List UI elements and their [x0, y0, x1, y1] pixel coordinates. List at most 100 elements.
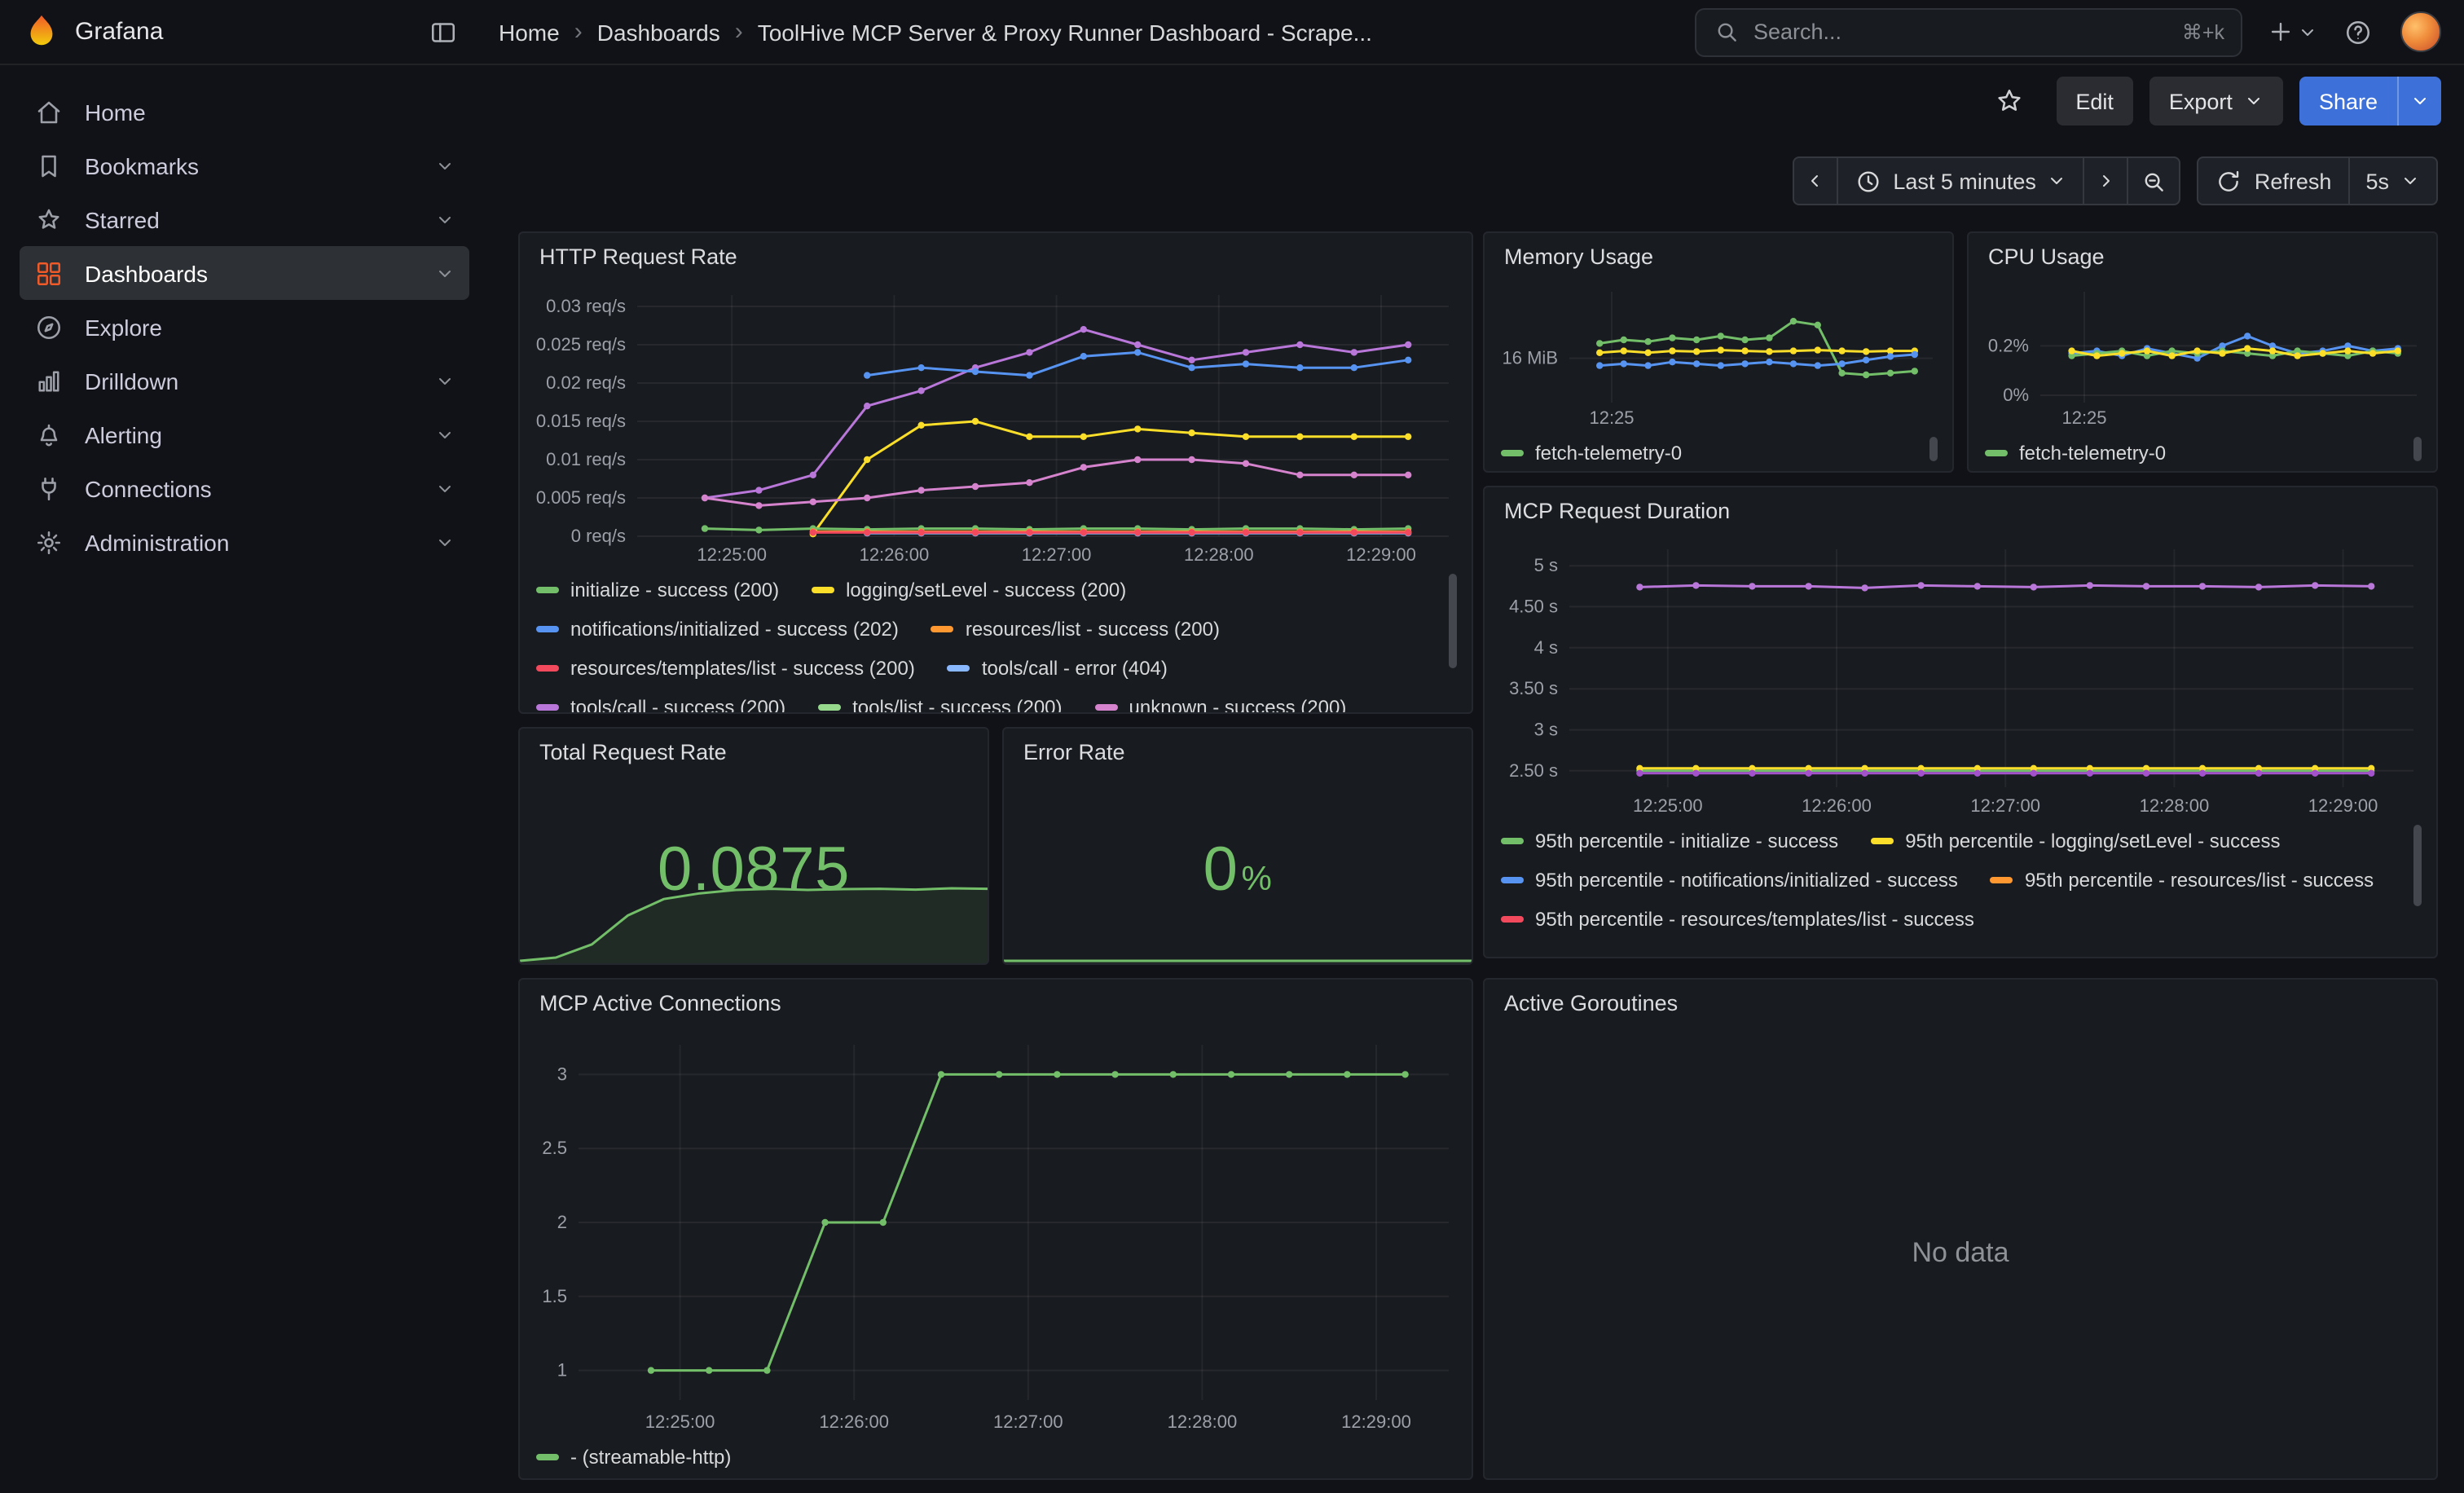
breadcrumb-dashboards[interactable]: Dashboards — [597, 19, 720, 45]
legend-item[interactable]: resources/templates/list - success (200) — [536, 650, 915, 685]
legend-item[interactable]: 95th percentile - resources/list - succe… — [1991, 862, 2374, 896]
nav-left: Grafana — [0, 9, 489, 55]
chevron-down-icon — [2410, 91, 2430, 111]
legend-scrollbar[interactable] — [2413, 825, 2422, 906]
mcp-request-duration-chart[interactable]: 12:25:0012:26:0012:27:0012:28:0012:29:00… — [1485, 536, 2436, 820]
zoom-out-icon — [2141, 167, 2168, 195]
svg-text:12:25: 12:25 — [1589, 407, 1634, 428]
export-button[interactable]: Export — [2149, 77, 2283, 126]
legend-item[interactable]: 95th percentile - resources/templates/li… — [1501, 901, 1974, 936]
chevron-down-icon[interactable] — [435, 156, 455, 175]
legend: 95th percentile - initialize - success 95… — [1498, 820, 2427, 957]
panel-title[interactable]: CPU Usage — [1969, 233, 2436, 279]
panel-title[interactable]: MCP Active Connections — [520, 980, 1472, 1028]
time-back-button[interactable] — [1792, 156, 1837, 205]
panel-cpu-usage: CPU Usage 12:250.2%0% fetch-telemetry-0 — [1967, 231, 2438, 473]
panel-title[interactable]: Memory Usage — [1485, 233, 1952, 279]
legend-label: fetch-telemetry-0 — [2019, 441, 2166, 464]
help-button[interactable] — [2335, 9, 2381, 55]
sidebar-item-bookmarks[interactable]: Bookmarks — [20, 139, 469, 192]
share-button[interactable]: Share — [2299, 77, 2397, 126]
share-menu-button[interactable] — [2397, 77, 2441, 126]
svg-text:3 s: 3 s — [1534, 720, 1558, 740]
sidebar-item-dashboards[interactable]: Dashboards — [20, 246, 469, 300]
svg-text:12:26:00: 12:26:00 — [860, 544, 930, 565]
sidebar-item-drilldown[interactable]: Drilldown — [20, 354, 469, 407]
svg-text:0.01 req/s: 0.01 req/s — [546, 449, 626, 469]
search-input[interactable] — [1753, 20, 2169, 44]
mcp-active-connections-chart[interactable]: 12:25:0012:26:0012:27:0012:28:0012:29:00… — [520, 1028, 1472, 1436]
chevron-right-icon — [2097, 171, 2116, 191]
legend-scrollbar[interactable] — [2413, 437, 2422, 461]
legend: - (streamable-http) — [533, 1436, 1462, 1478]
legend-item[interactable]: fetch-telemetry-0 — [1501, 435, 1682, 469]
chevron-down-icon[interactable] — [435, 425, 455, 444]
dashboard-toolbar: Edit Export Share — [489, 65, 2464, 137]
legend-label: - (streamable-http) — [570, 1445, 731, 1468]
legend-item[interactable]: 95th percentile - logging/setLevel - suc… — [1871, 823, 2280, 857]
series-color-marker — [1501, 915, 1524, 922]
share-split-button: Share — [2299, 77, 2441, 126]
new-menu-button[interactable] — [2259, 9, 2325, 55]
refresh-interval-picker[interactable]: 5s — [2347, 156, 2438, 205]
cpu-usage-chart[interactable]: 12:250.2%0% — [1969, 279, 2436, 432]
legend-item[interactable]: 95th percentile - notifications/initiali… — [1501, 862, 1958, 896]
sidebar-nav: Home Bookmarks Starred — [0, 65, 489, 1493]
zoom-out-button[interactable] — [2127, 156, 2181, 205]
legend-item[interactable]: logging/setLevel - success (200) — [812, 572, 1126, 606]
user-avatar[interactable] — [2400, 11, 2441, 52]
panel-http-request-rate: HTTP Request Rate 12:25:0012:26:0012:27:… — [518, 231, 1473, 714]
sidebar-toggle-button[interactable] — [420, 9, 466, 55]
legend-item[interactable]: initialize - success (200) — [536, 572, 779, 606]
panel-title[interactable]: Total Request Rate — [520, 729, 988, 777]
svg-text:0.005 req/s: 0.005 req/s — [536, 487, 626, 508]
legend: fetch-telemetry-0 — [1982, 432, 2427, 471]
panel-title[interactable]: MCP Request Duration — [1485, 487, 2436, 536]
sidebar-item-alerting[interactable]: Alerting — [20, 407, 469, 461]
svg-text:12:27:00: 12:27:00 — [1970, 795, 2040, 816]
stat-value: 0.0875 — [520, 777, 988, 963]
panel-mcp-request-duration: MCP Request Duration 12:25:0012:26:0012:… — [1483, 486, 2438, 958]
legend-scrollbar[interactable] — [1449, 574, 1457, 668]
legend-item[interactable]: tools/call - success (200) — [536, 689, 785, 712]
chevron-down-icon[interactable] — [435, 209, 455, 229]
chevron-down-icon[interactable] — [435, 478, 455, 498]
http-request-rate-chart[interactable]: 12:25:0012:26:0012:27:0012:28:0012:29:00… — [520, 282, 1472, 569]
legend-item[interactable]: fetch-telemetry-0 — [1985, 435, 2166, 469]
panel-title[interactable]: Error Rate — [1004, 729, 1472, 777]
legend-scrollbar[interactable] — [1929, 437, 1938, 461]
grafana-logo-icon[interactable] — [23, 13, 60, 51]
panel-title[interactable]: HTTP Request Rate — [520, 233, 1472, 282]
refresh-button[interactable]: Refresh — [2198, 156, 2350, 205]
legend-item[interactable]: unknown - success (200) — [1095, 689, 1347, 712]
legend-item[interactable]: - (streamable-http) — [536, 1439, 731, 1473]
panel-title[interactable]: Active Goroutines — [1485, 980, 2436, 1028]
legend-label: resources/list - success (200) — [966, 617, 1220, 640]
edit-button[interactable]: Edit — [2056, 77, 2133, 126]
chevron-down-icon[interactable] — [435, 371, 455, 390]
time-forward-button[interactable] — [2083, 156, 2129, 205]
series-color-marker — [536, 625, 559, 632]
svg-text:0.015 req/s: 0.015 req/s — [536, 411, 626, 431]
favorite-star-button[interactable] — [1994, 86, 2023, 116]
breadcrumb-home[interactable]: Home — [499, 19, 560, 45]
legend-item[interactable]: tools/list - success (200) — [818, 689, 1062, 712]
sidebar-item-starred[interactable]: Starred — [20, 192, 469, 246]
legend-item[interactable]: resources/list - success (200) — [931, 611, 1220, 645]
series-color-marker — [536, 703, 559, 710]
legend-item[interactable]: 95th percentile - initialize - success — [1501, 823, 1838, 857]
sidebar-item-connections[interactable]: Connections — [20, 461, 469, 515]
legend-item[interactable]: notifications/initialized - success (202… — [536, 611, 899, 645]
time-range-picker[interactable]: Last 5 minutes — [1836, 156, 2085, 205]
legend-item[interactable]: tools/call - error (404) — [948, 650, 1168, 685]
search-box[interactable]: ⌘+k — [1695, 7, 2242, 56]
sidebar-item-home[interactable]: Home — [20, 85, 469, 139]
chevron-down-icon[interactable] — [435, 263, 455, 283]
memory-usage-chart[interactable]: 12:2516 MiB — [1485, 279, 1952, 432]
sidebar-item-administration[interactable]: Administration — [20, 515, 469, 569]
svg-text:12:29:00: 12:29:00 — [2308, 795, 2378, 816]
panel-mcp-active-connections: MCP Active Connections 12:25:0012:26:001… — [518, 978, 1473, 1480]
sidebar-item-explore[interactable]: Explore — [20, 300, 469, 354]
chevron-down-icon — [2244, 91, 2264, 111]
chevron-down-icon[interactable] — [435, 532, 455, 552]
